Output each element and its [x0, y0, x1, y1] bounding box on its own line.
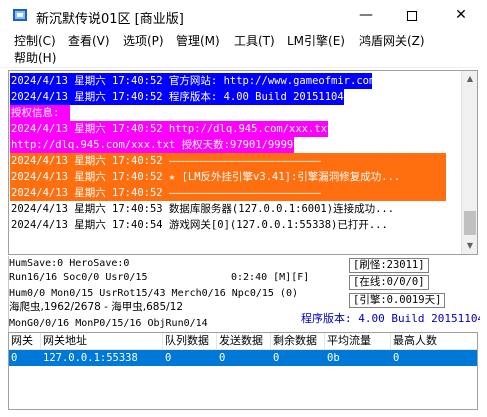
menu-lm-engine[interactable]: LM引擎(E) [285, 33, 347, 50]
object-status: Hum0/0 Mon0/15 UsrRot15/43 Merch0/16 Npc… [9, 288, 298, 299]
column-header[interactable]: 网关地址 [41, 333, 163, 350]
app-icon [13, 9, 27, 21]
window-edge [480, 32, 487, 417]
monster-gen-status: MonG0/0/16 MonP0/15/16 ObjRun0/14 [9, 318, 208, 329]
menu-options[interactable]: 选项(P) [121, 33, 166, 50]
column-header[interactable]: 队列数据 [163, 333, 217, 350]
run-status: Run16/16 Soc0/0 Usr0/15 [9, 272, 148, 283]
close-icon: ✕ [455, 7, 467, 23]
log-line: 2024/4/13 星期六 17:40:52 ★ [LM反外挂引擎v3.41]:… [10, 169, 446, 185]
menu-help[interactable]: 帮助(H) [12, 50, 58, 67]
table-row[interactable]: 0 127.0.0.1:55338 0 0 0 0b 0 [9, 350, 477, 366]
table-cell: 0 [11, 352, 18, 364]
online-counter: [在线:0/0/0] [349, 275, 429, 290]
close-button[interactable]: ✕ [435, 0, 487, 32]
title-bar: 新沉默传说01区 [商业版] — ✕ [0, 0, 487, 32]
log-line: 2024/4/13 星期六 17:40:53 数据库服务器(127.0.0.1:… [11, 203, 395, 215]
menu-view[interactable]: 查看(V) [66, 33, 112, 50]
engine-uptime: [引擎:0.0019天] [349, 293, 446, 308]
table-cell: 127.0.0.1:55338 [43, 352, 138, 364]
refresh-counter: [刷怪:23011] [349, 258, 429, 273]
menu-hongdun-gateway[interactable]: 鸿盾网关(Z) [357, 33, 427, 50]
maximize-icon [407, 11, 417, 21]
minimize-icon: — [359, 7, 373, 23]
column-header[interactable]: 网关 [9, 333, 41, 350]
status-panel: HumSave:0 HeroSave:0 Run16/16 Soc0/0 Usr… [8, 256, 484, 332]
gateway-table[interactable]: 网关 网关地址 队列数据 发送数据 剩余数据 平均流量 最高人数 0 127.0… [8, 332, 478, 410]
uptime-status: 0:2:40 [M][F] [231, 272, 310, 283]
table-cell: 0 [393, 352, 400, 364]
window-title: 新沉默传说01区 [商业版] [36, 12, 184, 27]
scroll-thumb[interactable] [464, 211, 476, 235]
program-version: 程序版本: 4.00 Build 20151104 [301, 312, 485, 325]
log-line: 2024/4/13 星期六 17:40:52 —————————————————… [10, 153, 446, 169]
save-status: HumSave:0 HeroSave:0 [9, 258, 130, 269]
column-header[interactable]: 最高人数 [391, 333, 477, 350]
menu-tools[interactable]: 工具(T) [232, 33, 277, 50]
table-cell: 0b [327, 352, 340, 364]
menu-bar: 控制(C) 查看(V) 选项(P) 管理(M) 工具(T) LM引擎(E) 鸿盾… [0, 32, 487, 68]
menu-control[interactable]: 控制(C) [12, 33, 58, 50]
log-line: 授权信息: [10, 105, 70, 121]
log-line: 2024/4/13 星期六 17:40:52 http://dlq.945.co… [10, 121, 334, 137]
monster-status: 海爬虫,1962/2678 - 海甲虫,685/12 [9, 301, 184, 313]
minimize-button[interactable]: — [343, 0, 389, 32]
table-cell: 0 [273, 352, 280, 364]
scroll-down-icon[interactable]: ▼ [462, 238, 477, 254]
log-line: 2024/4/13 星期六 17:40:52 程序版本: 4.00 Build … [10, 89, 344, 105]
log-line: 2024/4/13 星期六 17:40:52 —————————————————… [10, 185, 446, 201]
log-line: 2024/4/13 星期六 17:40:52 官方网站: http://www.… [10, 73, 376, 89]
maximize-button[interactable] [389, 0, 435, 32]
scroll-up-icon[interactable]: ▲ [462, 71, 477, 87]
log-line: 2024/4/13 星期六 17:40:54 游戏网关[0](127.0.0.1… [11, 219, 388, 231]
log-line: http://dlq.945.com/xxx.txt 授权天数:97901/99… [10, 137, 300, 153]
table-cell: 0 [165, 352, 172, 364]
column-header[interactable]: 剩余数据 [271, 333, 325, 350]
column-header[interactable]: 平均流量 [325, 333, 391, 350]
menu-manage[interactable]: 管理(M) [174, 33, 222, 50]
table-header: 网关 网关地址 队列数据 发送数据 剩余数据 平均流量 最高人数 [9, 333, 477, 350]
log-panel[interactable]: 2024/4/13 星期六 17:40:52 官方网站: http://www.… [8, 70, 478, 255]
column-header[interactable]: 发送数据 [217, 333, 271, 350]
log-scrollbar[interactable]: ▲ ▼ [461, 71, 477, 254]
table-cell: 0 [219, 352, 226, 364]
